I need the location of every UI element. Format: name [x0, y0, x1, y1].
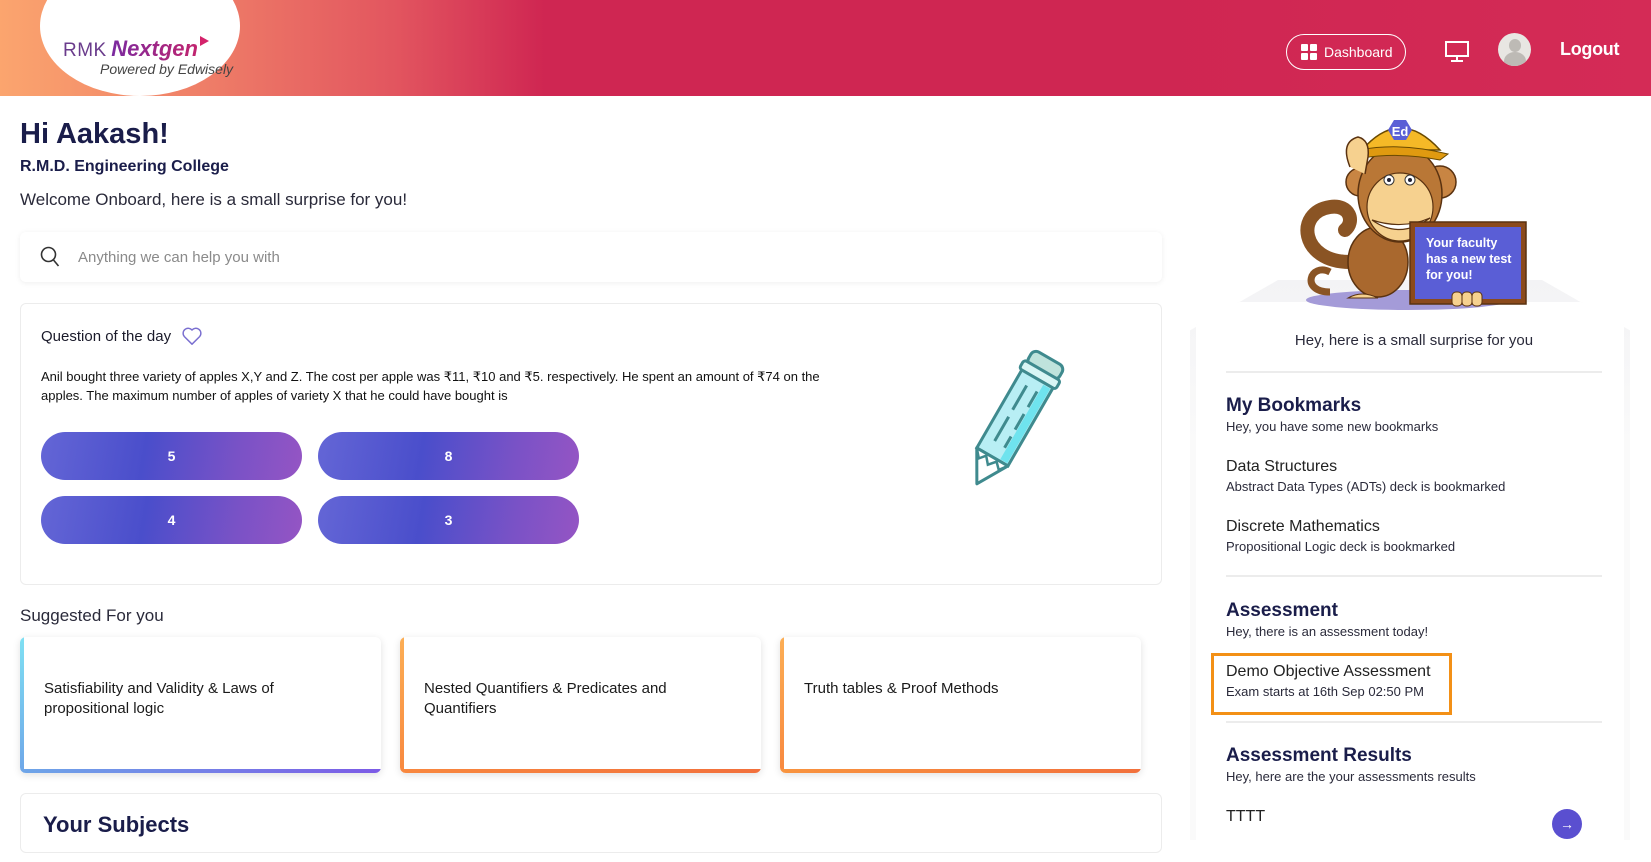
- search-bar: [20, 232, 1162, 282]
- qotd-header: Question of the day: [41, 326, 203, 346]
- qotd-title: Question of the day: [41, 327, 172, 345]
- suggested-card[interactable]: Nested Quantifiers & Predicates and Quan…: [400, 637, 761, 773]
- logo-brand: Nextgen: [111, 36, 198, 61]
- greeting-title: Hi Aakash!: [20, 118, 169, 150]
- dashboard-button[interactable]: Dashboard: [1286, 34, 1406, 70]
- divider: [1226, 575, 1602, 577]
- suggested-title: Suggested For you: [20, 606, 164, 625]
- result-arrow-button[interactable]: →: [1552, 809, 1582, 839]
- suggested-card[interactable]: Truth tables & Proof Methods: [780, 637, 1141, 773]
- suggested-card-label: Nested Quantifiers & Predicates and Quan…: [424, 680, 667, 717]
- surprise-message: Hey, here is a small surprise for you: [1294, 332, 1534, 349]
- bookmarks-title: My Bookmarks: [1226, 395, 1362, 416]
- subjects-title: Your Subjects: [43, 812, 190, 837]
- bookmarks-subtitle: Hey, you have some new bookmarks: [1226, 419, 1439, 434]
- subjects-card: Your Subjects: [20, 793, 1162, 853]
- assessment-subtitle: Hey, there is an assessment today!: [1226, 624, 1429, 639]
- college-name: R.M.D. Engineering College: [20, 158, 229, 175]
- option-button[interactable]: 4: [41, 496, 302, 544]
- logo-prefix: RMK: [63, 40, 107, 61]
- heart-icon[interactable]: [181, 326, 203, 346]
- bookmark-item-subtitle: Abstract Data Types (ADTs) deck is bookm…: [1226, 479, 1506, 494]
- svg-text:has a new test: has a new test: [1426, 252, 1512, 266]
- suggested-card-label: Truth tables & Proof Methods: [804, 680, 999, 697]
- monitor-icon[interactable]: [1444, 40, 1470, 64]
- assessment-item-subtitle: Exam starts at 16th Sep 02:50 PM: [1226, 684, 1424, 699]
- bookmark-item-title[interactable]: Data Structures: [1226, 458, 1337, 476]
- question-text: Anil bought three variety of apples X,Y …: [41, 369, 820, 403]
- svg-text:Ed: Ed: [1392, 124, 1409, 139]
- option-button[interactable]: 3: [318, 496, 579, 544]
- divider: [1226, 371, 1602, 373]
- dashboard-label: Dashboard: [1324, 44, 1393, 60]
- option-button[interactable]: 8: [318, 432, 579, 480]
- results-title: Assessment Results: [1226, 745, 1412, 766]
- svg-text:Your faculty: Your faculty: [1426, 236, 1497, 250]
- assessment-title: Assessment: [1226, 600, 1338, 621]
- question-of-the-day-card: Question of the day Anil bought three va…: [20, 303, 1162, 585]
- search-input[interactable]: [78, 248, 978, 266]
- result-item-title[interactable]: TTTT: [1226, 808, 1265, 826]
- search-icon: [40, 246, 60, 267]
- logout-button[interactable]: Logout: [1560, 39, 1619, 60]
- suggested-card-label: Satisfiability and Validity & Laws of pr…: [44, 680, 274, 717]
- pencil-illustration-icon: [974, 349, 1065, 486]
- welcome-message: Welcome Onboard, here is a small surpris…: [20, 190, 408, 209]
- logo-tagline: Powered by Edwisely: [100, 61, 234, 77]
- svg-text:for you!: for you!: [1426, 268, 1473, 282]
- assessment-item-title[interactable]: Demo Objective Assessment: [1226, 663, 1431, 681]
- divider: [1226, 721, 1602, 723]
- user-avatar-icon[interactable]: [1498, 33, 1531, 66]
- dashboard-grid-icon: [1301, 44, 1317, 60]
- play-arrow-icon: [199, 36, 209, 46]
- suggested-card[interactable]: Satisfiability and Validity & Laws of pr…: [20, 637, 381, 773]
- option-button[interactable]: 5: [41, 432, 302, 480]
- results-subtitle: Hey, here are the your assessments resul…: [1226, 769, 1476, 784]
- monkey-mascot-icon: Ed Your faculty has a new test for you!: [1300, 120, 1527, 310]
- logo[interactable]: RMK Nextgen: [63, 36, 209, 62]
- bookmark-item-subtitle: Propositional Logic deck is bookmarked: [1226, 539, 1456, 554]
- bookmark-item-title[interactable]: Discrete Mathematics: [1226, 518, 1380, 536]
- top-header: RMK Nextgen Powered by Edwisely Dashboar…: [0, 0, 1651, 96]
- arrow-right-icon: →: [1560, 816, 1574, 832]
